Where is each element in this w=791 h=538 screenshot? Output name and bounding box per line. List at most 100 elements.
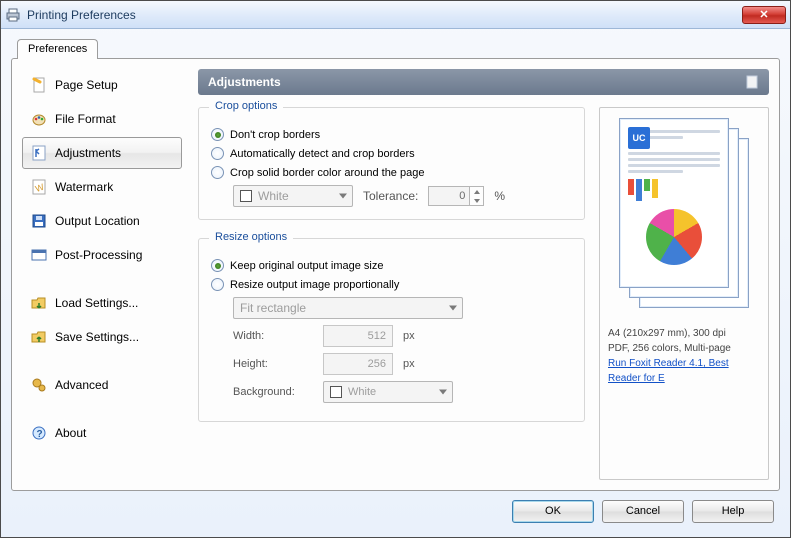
sidebar-item-label: About [55,426,86,440]
printer-icon [5,7,21,23]
radio-crop-none[interactable]: Don't crop borders [211,128,572,141]
sidebar: Page Setup File Format Adjustments W Wat… [22,69,182,480]
cancel-button[interactable]: Cancel [602,500,684,523]
sidebar-item-label: Advanced [55,378,108,392]
color-swatch-icon [330,386,342,398]
folder-save-icon [31,329,47,345]
close-icon: ✕ [759,8,768,21]
sidebar-item-label: Post-Processing [55,248,142,262]
page-setup-icon [31,77,47,93]
tab-preferences[interactable]: Preferences [17,39,98,59]
window: Printing Preferences ✕ Preferences Page … [0,0,791,538]
sidebar-item-label: Save Settings... [55,330,139,344]
close-button[interactable]: ✕ [742,6,786,24]
window-title: Printing Preferences [27,8,136,22]
combo-value: White [348,386,376,398]
sidebar-item-label: File Format [55,112,116,126]
preview-meta: A4 (210x297 mm), 300 dpi PDF, 256 colors… [608,326,760,386]
svg-text:?: ? [37,429,43,440]
palette-icon [31,111,47,127]
preview-format: PDF, 256 colors, Multi-page [608,341,760,356]
page-icon [745,75,759,89]
sidebar-item-post-processing[interactable]: Post-Processing [22,239,182,271]
preview-size: A4 (210x297 mm), 300 dpi [608,326,760,341]
section-header: Adjustments [198,69,769,95]
folder-open-icon [31,295,47,311]
adjustments-icon [31,145,47,161]
sidebar-item-file-format[interactable]: File Format [22,103,182,135]
sidebar-item-adjustments[interactable]: Adjustments [22,137,182,169]
radio-crop-auto[interactable]: Automatically detect and crop borders [211,147,572,160]
preview-link[interactable]: Run Foxit Reader 4.1, Best Reader for E [608,358,729,384]
form-column: Crop options Don't crop borders Automati… [198,107,585,480]
group-resize-options: Resize options Keep original output imag… [198,238,585,422]
sidebar-item-page-setup[interactable]: Page Setup [22,69,182,101]
sidebar-item-load-settings[interactable]: Load Settings... [22,287,182,319]
sidebar-item-label: Output Location [55,214,140,228]
height-unit: px [403,358,415,370]
width-input[interactable] [323,325,393,347]
chevron-down-icon [449,306,457,311]
watermark-icon: W [31,179,47,195]
save-icon [31,213,47,229]
radio-resize-proportional[interactable]: Resize output image proportionally [211,278,572,291]
chevron-down-icon [470,196,483,205]
application-icon [31,247,47,263]
background-color-combo[interactable]: White [323,381,453,403]
group-crop-options: Crop options Don't crop borders Automati… [198,107,585,220]
titlebar: Printing Preferences ✕ [1,1,790,29]
combo-value: White [258,189,289,203]
panel: Page Setup File Format Adjustments W Wat… [11,58,780,491]
radio-icon [211,259,224,272]
radio-label: Keep original output image size [230,260,383,272]
preview-image: UC [619,118,749,318]
tolerance-label: Tolerance: [363,189,418,203]
pie-chart-icon [646,209,702,265]
tolerance-input[interactable] [428,186,470,206]
gears-icon [31,377,47,393]
ok-button[interactable]: OK [512,500,594,523]
resize-mode-combo[interactable]: Fit rectangle [233,297,463,319]
chevron-down-icon [439,390,447,395]
radio-label: Resize output image proportionally [230,279,399,291]
radio-crop-solid[interactable]: Crop solid border color around the page [211,166,572,179]
height-label: Height: [233,358,313,370]
sidebar-item-advanced[interactable]: Advanced [22,369,182,401]
sidebar-item-label: Page Setup [55,78,118,92]
sidebar-item-label: Adjustments [55,146,121,160]
sidebar-item-label: Load Settings... [55,296,138,310]
section-title: Adjustments [208,75,281,89]
radio-label: Crop solid border color around the page [230,167,424,179]
background-label: Background: [233,386,313,398]
radio-icon [211,147,224,160]
radio-label: Don't crop borders [230,129,320,141]
radio-icon [211,278,224,291]
tab-strip: Preferences [11,37,780,59]
doc-logo-icon: UC [628,127,650,149]
preview-pane: UC [599,107,769,480]
height-input[interactable] [323,353,393,375]
chevron-down-icon [339,194,347,199]
sidebar-item-save-settings[interactable]: Save Settings... [22,321,182,353]
group-legend: Crop options [209,100,283,112]
width-label: Width: [233,330,313,342]
sidebar-item-about[interactable]: ? About [22,417,182,449]
radio-resize-keep[interactable]: Keep original output image size [211,259,572,272]
help-icon: ? [31,425,47,441]
radio-icon [211,166,224,179]
color-swatch-icon [240,190,252,202]
chevron-up-icon [470,187,483,196]
sidebar-item-watermark[interactable]: W Watermark [22,171,182,203]
content: Adjustments Crop options Don't crop bord… [182,69,769,480]
combo-value: Fit rectangle [240,301,306,315]
footer: OK Cancel Help [11,491,780,531]
crop-color-combo[interactable]: White [233,185,353,207]
group-legend: Resize options [209,231,293,243]
radio-icon [211,128,224,141]
tolerance-unit: % [494,189,505,203]
tolerance-spinner[interactable] [428,186,484,206]
help-button[interactable]: Help [692,500,774,523]
radio-label: Automatically detect and crop borders [230,148,415,160]
spinner-buttons[interactable] [470,186,484,206]
sidebar-item-output-location[interactable]: Output Location [22,205,182,237]
